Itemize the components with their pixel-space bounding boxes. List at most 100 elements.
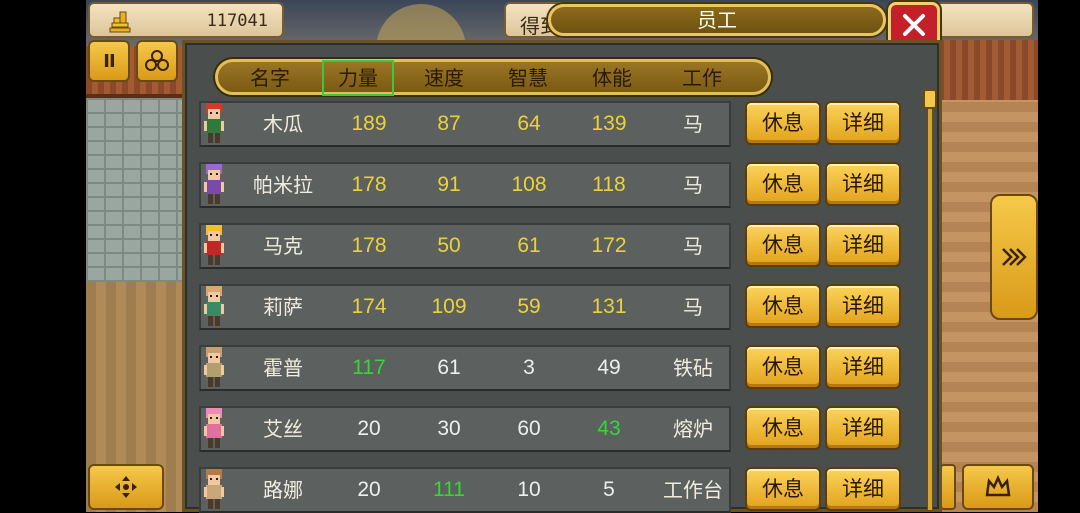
employee-wisdom: 59 [517, 295, 541, 318]
column-speed[interactable]: 速度 [406, 64, 482, 92]
employee-name: 马克 [263, 234, 303, 258]
employee-row[interactable]: 帕米拉 178 91 108 118 马 休息 详细 [199, 162, 917, 208]
employee-row[interactable]: 马克 178 50 61 172 马 休息 详细 [199, 223, 917, 269]
employee-speed: 61 [437, 356, 461, 379]
employee-speed: 30 [437, 417, 461, 440]
employee-speed: 91 [437, 173, 461, 196]
employee-wisdom: 64 [517, 112, 541, 135]
close-icon [903, 14, 925, 36]
employee-strength: 20 [357, 478, 381, 501]
move-button[interactable] [88, 464, 164, 510]
employee-stamina: 118 [592, 173, 626, 196]
employee-wisdom: 10 [517, 478, 541, 501]
employee-stamina: 172 [591, 234, 627, 257]
employee-row[interactable]: 路娜 20 111 10 5 工作台 休息 详细 [199, 467, 917, 513]
employee-stamina: 43 [597, 417, 621, 440]
column-strength[interactable]: 力量 [322, 60, 394, 96]
roof-right [938, 40, 1038, 100]
gems-icon [145, 50, 169, 71]
column-job[interactable]: 工作 [664, 64, 740, 92]
rest-button[interactable]: 休息 [745, 467, 821, 511]
scrollbar-track[interactable] [927, 95, 933, 511]
column-header-bar: 名字 力量 速度 智慧 体能 工作 [215, 59, 771, 96]
employee-avatar [204, 164, 224, 204]
employee-strength: 178 [351, 234, 387, 257]
employee-row[interactable]: 莉萨 174 109 59 131 马 休息 详细 [199, 284, 917, 330]
next-page-button[interactable] [990, 194, 1038, 320]
employee-stamina: 49 [597, 356, 621, 379]
detail-button[interactable]: 详细 [825, 406, 901, 450]
employee-panel: 名字 力量 速度 智慧 体能 工作 木瓜 189 87 64 139 马休息 详细 帕米拉 17… [182, 40, 942, 513]
employee-job: 马 [683, 112, 703, 136]
column-name[interactable]: 名字 [228, 64, 312, 92]
rest-button[interactable]: 休息 [745, 406, 821, 450]
hidden-button-edge[interactable] [940, 464, 956, 510]
coins-value: 117041 [206, 11, 268, 31]
employee-job: 马 [683, 295, 703, 319]
employee-speed: 50 [437, 234, 461, 257]
employee-name: 木瓜 [263, 112, 303, 136]
employee-row[interactable]: 木瓜 189 87 64 139 马 休息 详细 [199, 101, 917, 147]
cobblestone-floor [86, 98, 186, 282]
employee-strength: 174 [351, 295, 387, 318]
column-stamina[interactable]: 体能 [574, 64, 650, 92]
crown-button[interactable] [962, 464, 1034, 510]
column-wisdom[interactable]: 智慧 [490, 64, 566, 92]
employee-avatar [204, 225, 224, 265]
pause-icon: II [103, 50, 115, 72]
rest-button[interactable]: 休息 [745, 345, 821, 389]
scrollbar-thumb[interactable] [923, 89, 937, 109]
coin-stack-icon [109, 11, 131, 33]
employee-job: 马 [683, 173, 703, 197]
pause-button[interactable]: II [88, 40, 130, 82]
employee-avatar [204, 103, 224, 143]
employee-name: 霍普 [263, 356, 303, 380]
detail-button[interactable]: 详细 [825, 467, 901, 511]
detail-button[interactable]: 详细 [825, 101, 901, 145]
employee-name: 路娜 [263, 478, 303, 502]
employee-name: 艾丝 [263, 417, 303, 441]
gems-button[interactable] [136, 40, 178, 82]
rest-button[interactable]: 休息 [745, 223, 821, 267]
employee-speed: 87 [437, 112, 461, 135]
employee-job: 熔炉 [673, 417, 713, 441]
detail-button[interactable]: 详细 [825, 223, 901, 267]
employee-name: 帕米拉 [253, 173, 313, 197]
employee-wisdom: 61 [517, 234, 541, 257]
employee-stamina: 139 [591, 112, 627, 135]
coins-bar: 117041 [88, 2, 284, 38]
employee-row[interactable]: 霍普 117 61 3 49 铁砧 休息 详细 [199, 345, 917, 391]
employee-avatar [204, 347, 224, 387]
employee-stamina: 5 [603, 478, 615, 501]
employee-job: 马 [683, 234, 703, 258]
employee-avatar [204, 408, 224, 448]
employee-speed: 111 [433, 478, 465, 501]
employee-job: 工作台 [663, 478, 723, 502]
employee-row[interactable]: 艾丝 20 30 60 43 熔炉 休息 详细 [199, 406, 917, 452]
rest-button[interactable]: 休息 [745, 162, 821, 206]
employee-stamina: 131 [591, 295, 627, 318]
employee-strength: 189 [351, 112, 387, 135]
employee-strength: 178 [351, 173, 387, 196]
fast-forward-icon [1002, 248, 1027, 266]
employee-strength: 117 [352, 356, 386, 379]
employee-job: 铁砧 [673, 356, 713, 380]
move-arrows-icon [115, 476, 137, 498]
employee-wisdom: 108 [511, 173, 547, 196]
detail-button[interactable]: 详细 [825, 162, 901, 206]
employee-avatar [204, 469, 224, 509]
employee-wisdom: 60 [517, 417, 541, 440]
top-right-bar [936, 2, 1034, 38]
rest-button[interactable]: 休息 [745, 284, 821, 328]
dialog-title: 员工 [697, 8, 737, 32]
employee-name: 莉萨 [263, 295, 303, 319]
crown-icon [985, 475, 1011, 497]
employee-avatar [204, 286, 224, 326]
dialog-title-plate: 员工 [548, 4, 886, 36]
employee-wisdom: 3 [523, 356, 535, 379]
employee-speed: 109 [431, 295, 467, 318]
detail-button[interactable]: 详细 [825, 345, 901, 389]
employee-strength: 20 [357, 417, 381, 440]
detail-button[interactable]: 详细 [825, 284, 901, 328]
rest-button[interactable]: 休息 [745, 101, 821, 145]
